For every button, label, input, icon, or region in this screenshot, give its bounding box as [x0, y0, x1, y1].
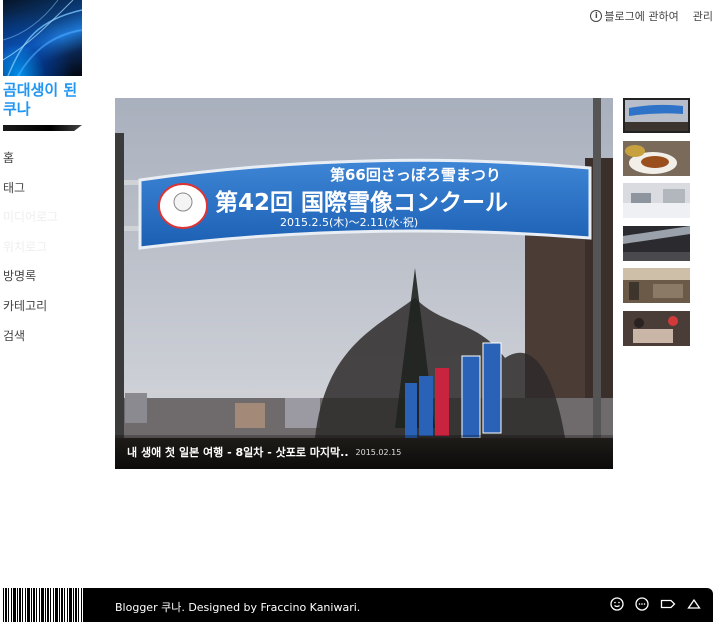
- thumbnail-item[interactable]: [623, 310, 690, 346]
- title-underline: [3, 125, 82, 131]
- blog-title[interactable]: 곰대생이 된 쿠나: [3, 81, 83, 119]
- thumbnail-item[interactable]: [623, 140, 690, 176]
- featured-post-photo[interactable]: 第66回さっぽろ雪まつり 第42回 国際雪像コンクール 2015.2.5(木)〜…: [115, 98, 613, 469]
- nav-item-category[interactable]: 카테고리: [3, 297, 58, 327]
- blog-logo[interactable]: [3, 0, 82, 76]
- thumbnail-item[interactable]: [623, 225, 690, 261]
- barcode-graphic: [3, 588, 85, 622]
- post-title[interactable]: 내 생애 첫 일본 여행 - 8일차 - 삿포로 마지막..: [127, 444, 349, 460]
- banner-line3: 2015.2.5(木)〜2.11(水·祝): [280, 215, 418, 229]
- banner-line2: 第42回 国際雪像コンクール: [215, 189, 508, 216]
- nav-item-search[interactable]: 검색: [3, 327, 58, 357]
- sidebar-nav: 홈 태그 미디어로그 위치로그 방명록 카테고리 검색: [3, 149, 58, 356]
- tag-icon[interactable]: [660, 597, 676, 611]
- nav-item-medialog[interactable]: 미디어로그: [3, 208, 58, 238]
- info-icon: i: [590, 10, 603, 22]
- post-caption[interactable]: 내 생애 첫 일본 여행 - 8일차 - 삿포로 마지막.. 2015.02.1…: [115, 435, 613, 469]
- about-blog-link[interactable]: i 블로그에 관하여: [590, 8, 679, 24]
- post-date: 2015.02.15: [355, 447, 402, 457]
- footer-bar: Blogger 쿠나. Designed by Fraccino Kaniwar…: [85, 588, 713, 622]
- thumbnail-item[interactable]: [623, 268, 690, 303]
- footer-icons: [610, 597, 701, 611]
- nav-item-locationlog[interactable]: 위치로그: [3, 238, 58, 268]
- thumbnail-item[interactable]: [623, 98, 690, 133]
- up-arrow-icon[interactable]: [687, 597, 701, 611]
- smile-icon[interactable]: [610, 597, 624, 611]
- thumbnail-list: [623, 98, 690, 353]
- footer-credit: Blogger 쿠나. Designed by Fraccino Kaniwar…: [115, 601, 361, 614]
- chat-icon[interactable]: [635, 597, 649, 611]
- thumbnail-item[interactable]: [623, 183, 690, 218]
- banner-line1: 第66回さっぽろ雪まつり: [330, 166, 501, 184]
- admin-link[interactable]: 관리: [693, 8, 713, 24]
- footer: Blogger 쿠나. Designed by Fraccino Kaniwar…: [0, 588, 728, 622]
- nav-item-guestbook[interactable]: 방명록: [3, 267, 58, 297]
- nav-item-tags[interactable]: 태그: [3, 179, 58, 209]
- nav-item-home[interactable]: 홈: [3, 149, 58, 179]
- top-links: i 블로그에 관하여 관리: [590, 8, 713, 24]
- about-blog-label: 블로그에 관하여: [604, 10, 679, 23]
